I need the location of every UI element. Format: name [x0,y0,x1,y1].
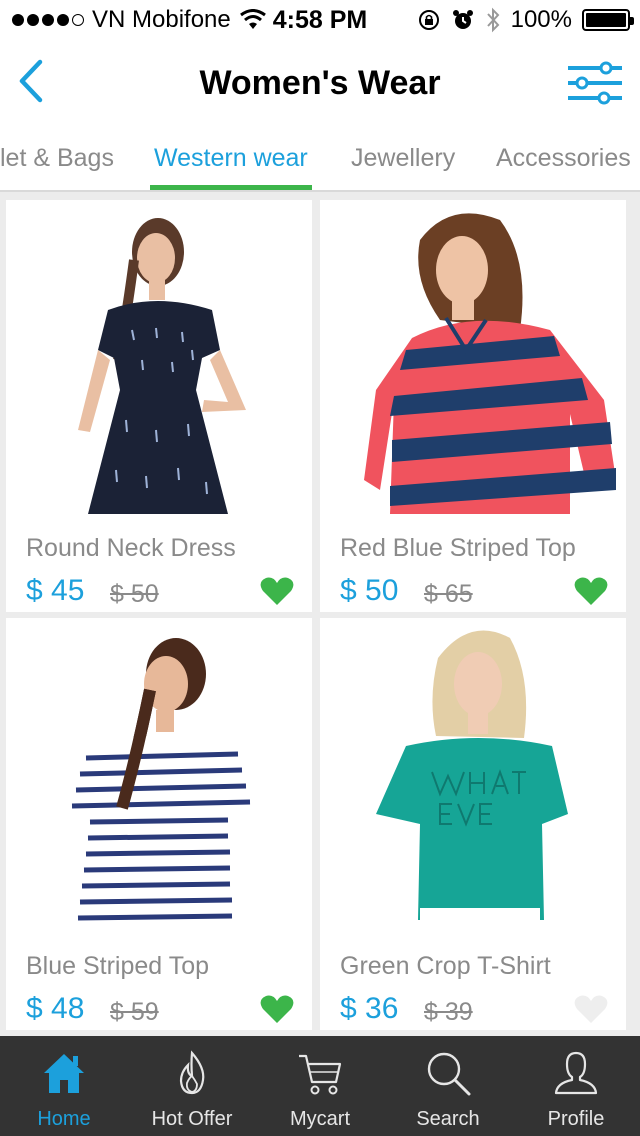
filter-sliders-icon[interactable] [566,58,624,108]
favorite-heart-icon[interactable] [574,994,608,1024]
product-price: $ 50 [340,574,399,607]
tab-accessories[interactable]: Accessories [496,140,631,188]
tab-western-wear[interactable]: Western wear [150,140,312,190]
page-title: Women's Wear [199,64,441,102]
product-card[interactable]: Red Blue Striped Top $ 50 $ 65 [320,200,626,612]
battery-icon [582,9,634,31]
product-old-price: $ 59 [110,998,159,1026]
tab-label: Hot Offer [151,1108,233,1130]
home-icon [44,1054,84,1093]
flame-icon [179,1050,205,1095]
tab-profile[interactable]: Profile [512,1036,640,1136]
category-tabs: let & Bags Western wear Jewellery Access… [0,130,640,192]
product-price: $ 48 [26,992,85,1025]
product-image[interactable] [320,200,626,514]
cart-icon [299,1054,342,1095]
product-image[interactable] [6,618,312,932]
bluetooth-icon [486,7,499,33]
orientation-lock-icon [418,10,439,30]
product-name: Red Blue Striped Top [340,534,576,562]
product-name: Round Neck Dress [26,534,236,562]
tab-home[interactable]: Home [0,1036,128,1136]
status-bar: VN Mobifone 4:58 PM 100% [0,0,640,40]
tab-jewellery[interactable]: Jewellery [351,140,455,188]
tab-wallet-bags[interactable]: let & Bags [0,140,114,188]
product-name: Blue Striped Top [26,952,209,980]
bottom-tab-bar: Home Hot Offer Mycart Search Profile [0,1036,640,1136]
nav-bar: Women's Wear [0,40,640,130]
product-card[interactable]: Blue Striped Top $ 48 $ 59 [6,618,312,1030]
profile-icon [554,1051,598,1095]
tab-label: Profile [547,1108,605,1130]
product-old-price: $ 65 [424,580,473,608]
product-image[interactable] [320,618,626,932]
favorite-heart-icon[interactable] [260,576,294,606]
tab-label: Mycart [290,1108,350,1130]
product-price: $ 36 [340,992,399,1025]
favorite-heart-icon[interactable] [260,994,294,1024]
battery-percent: 100% [510,6,572,33]
product-old-price: $ 39 [424,998,473,1026]
product-name: Green Crop T-Shirt [340,952,551,980]
product-old-price: $ 50 [110,580,159,608]
status-right: 100% [417,6,634,34]
favorite-heart-icon[interactable] [574,576,608,606]
alarm-icon [452,10,473,29]
tab-search[interactable]: Search [384,1036,512,1136]
product-card[interactable]: Round Neck Dress $ 45 $ 50 [6,200,312,612]
product-image[interactable] [6,200,312,514]
product-card[interactable]: Green Crop T-Shirt $ 36 $ 39 [320,618,626,1030]
tab-hot-offer[interactable]: Hot Offer [128,1036,256,1136]
product-price: $ 45 [26,574,85,607]
search-icon [427,1052,471,1096]
tab-label: Home [37,1108,91,1130]
tab-label: Search [416,1108,480,1130]
tab-mycart[interactable]: Mycart [256,1036,384,1136]
